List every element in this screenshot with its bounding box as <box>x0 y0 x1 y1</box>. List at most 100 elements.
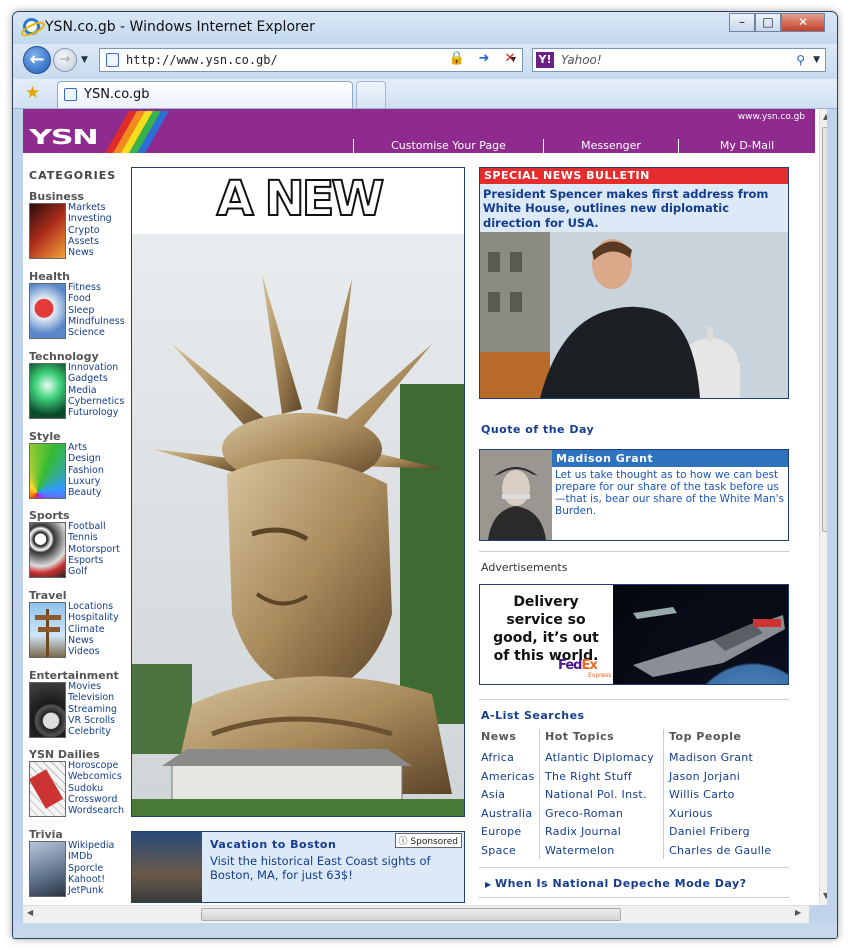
maximize-button[interactable]: □ <box>755 13 781 32</box>
category-link[interactable]: Science <box>68 327 125 338</box>
tab-ysn[interactable]: YSN.co.gb <box>57 81 353 108</box>
boston-thumbnail[interactable] <box>132 832 202 902</box>
history-dropdown-icon[interactable]: ▼ <box>81 55 88 65</box>
travel-thumbnail[interactable] <box>29 602 66 658</box>
category-link[interactable]: Climate <box>68 624 119 635</box>
alist-link[interactable]: Radix Journal <box>545 823 654 842</box>
category-link[interactable]: Streaming <box>68 704 117 715</box>
site-logo[interactable]: YSN <box>29 125 99 149</box>
alist-link[interactable]: Americas <box>481 768 535 787</box>
scroll-down-icon[interactable]: ▼ <box>823 891 827 900</box>
category-link[interactable]: Media <box>68 385 124 396</box>
category-link[interactable]: Golf <box>68 566 120 577</box>
category-link[interactable]: Videos <box>68 646 119 657</box>
alist-link[interactable]: Willis Carto <box>669 786 771 805</box>
search-options-icon[interactable]: ▼ <box>813 49 820 71</box>
alist-link[interactable]: Africa <box>481 749 535 768</box>
category-link[interactable]: Design <box>68 453 104 464</box>
category-link[interactable]: JetPunk <box>68 885 114 896</box>
dailies-thumbnail[interactable] <box>28 761 66 817</box>
category-link[interactable]: Television <box>68 692 117 703</box>
category-link[interactable]: Esports <box>68 555 120 566</box>
category-link[interactable]: Hospitality <box>68 612 119 623</box>
category-link[interactable]: Sporcle <box>68 863 114 874</box>
quote-author-portrait[interactable] <box>480 450 552 540</box>
featured-search-link[interactable]: ▶ When Is National Depeche Mode Day? <box>485 877 747 890</box>
alist-link[interactable]: The Right Stuff <box>545 768 654 787</box>
horizontal-scroll-thumb[interactable] <box>201 908 621 921</box>
sports-thumbnail[interactable] <box>29 522 66 578</box>
health-thumbnail[interactable] <box>29 283 66 339</box>
go-button[interactable]: ➜ <box>473 48 495 72</box>
vertical-scrollbar[interactable]: ▲ ▼ <box>819 109 827 905</box>
minimize-button[interactable]: – <box>729 13 755 32</box>
new-tab-button[interactable] <box>356 81 386 108</box>
alist-link[interactable]: Australia <box>481 805 535 824</box>
category-link[interactable]: Celebrity <box>68 726 117 737</box>
dmail-link[interactable]: My D-Mail <box>678 139 815 153</box>
category-link[interactable]: Crossword <box>68 794 124 805</box>
category-link[interactable]: Motorsport <box>68 544 120 555</box>
category-link[interactable]: Markets <box>68 202 112 213</box>
category-link[interactable]: Wordsearch <box>68 805 124 816</box>
customise-link[interactable]: Customise Your Page <box>353 139 543 153</box>
category-link[interactable]: Fitness <box>68 282 125 293</box>
entertainment-thumbnail[interactable] <box>29 682 66 738</box>
search-input[interactable]: Y! Yahoo! ⚲ ▼ <box>532 48 826 72</box>
category-link[interactable]: VR Scrolls <box>68 715 117 726</box>
category-link[interactable]: Locations <box>68 601 119 612</box>
alist-link[interactable]: Jason Jorjani <box>669 768 771 787</box>
category-link[interactable]: Horoscope <box>68 760 124 771</box>
category-link[interactable]: Webcomics <box>68 771 124 782</box>
category-link[interactable]: Beauty <box>68 487 104 498</box>
alist-link[interactable]: Watermelon <box>545 842 654 861</box>
category-link[interactable]: Luxury <box>68 476 104 487</box>
alist-link[interactable]: National Pol. Inst. <box>545 786 654 805</box>
alist-link[interactable]: Atlantic Diplomacy <box>545 749 654 768</box>
style-thumbnail[interactable] <box>29 443 66 499</box>
alist-link[interactable]: Xurious <box>669 805 771 824</box>
forward-button[interactable]: → <box>53 48 77 72</box>
category-link[interactable]: Tennis <box>68 532 120 543</box>
lock-icon[interactable]: 🔒 <box>446 48 468 72</box>
close-button[interactable]: ✕ <box>781 13 825 32</box>
category-link[interactable]: Innovation <box>68 362 124 373</box>
alist-link[interactable]: Madison Grant <box>669 749 771 768</box>
category-link[interactable]: News <box>68 635 119 646</box>
alist-link[interactable]: Europe <box>481 823 535 842</box>
feature-story[interactable]: A NEW COLOSSUS <box>131 167 465 817</box>
category-link[interactable]: News <box>68 247 112 258</box>
favorites-star-icon[interactable]: ★ <box>25 83 40 103</box>
statue-of-liberty-image[interactable] <box>132 234 465 817</box>
scroll-right-icon[interactable]: ▶ <box>795 908 801 917</box>
category-link[interactable]: Food <box>68 293 125 304</box>
category-link[interactable]: Movies <box>68 681 117 692</box>
scroll-up-icon[interactable]: ▲ <box>823 112 827 121</box>
stop-button[interactable]: ✕ <box>499 48 521 72</box>
trivia-thumbnail[interactable] <box>29 841 66 897</box>
category-link[interactable]: Football <box>68 521 120 532</box>
category-link[interactable]: Cybernetics <box>68 396 124 407</box>
horizontal-scrollbar[interactable]: ◀ ▶ <box>23 905 809 923</box>
category-link[interactable]: Sleep <box>68 305 125 316</box>
category-link[interactable]: Wikipedia <box>68 840 114 851</box>
sponsored-badge[interactable]: ⓘ Sponsored <box>394 833 462 848</box>
technology-thumbnail[interactable] <box>29 363 66 419</box>
quote-author[interactable]: Madison Grant <box>552 450 788 467</box>
vertical-scroll-thumb[interactable] <box>822 127 827 532</box>
bulletin-headline[interactable]: President Spencer makes first address fr… <box>480 184 788 232</box>
category-link[interactable]: Gadgets <box>68 373 124 384</box>
business-thumbnail[interactable] <box>29 203 66 259</box>
vacation-ad[interactable]: ⓘ Sponsored Vacation to Boston Visit the… <box>131 831 465 903</box>
scroll-left-icon[interactable]: ◀ <box>27 908 33 917</box>
alist-link[interactable]: Greco-Roman <box>545 805 654 824</box>
category-link[interactable]: Sudoku <box>68 783 124 794</box>
back-button[interactable]: ← <box>23 46 51 74</box>
alist-link[interactable]: Charles de Gaulle <box>669 842 771 861</box>
search-icon[interactable]: ⚲ <box>796 49 805 71</box>
messenger-link[interactable]: Messenger <box>543 139 678 153</box>
category-link[interactable]: Futurology <box>68 407 124 418</box>
category-link[interactable]: Assets <box>68 236 112 247</box>
category-link[interactable]: IMDb <box>68 851 114 862</box>
category-link[interactable]: Arts <box>68 442 104 453</box>
